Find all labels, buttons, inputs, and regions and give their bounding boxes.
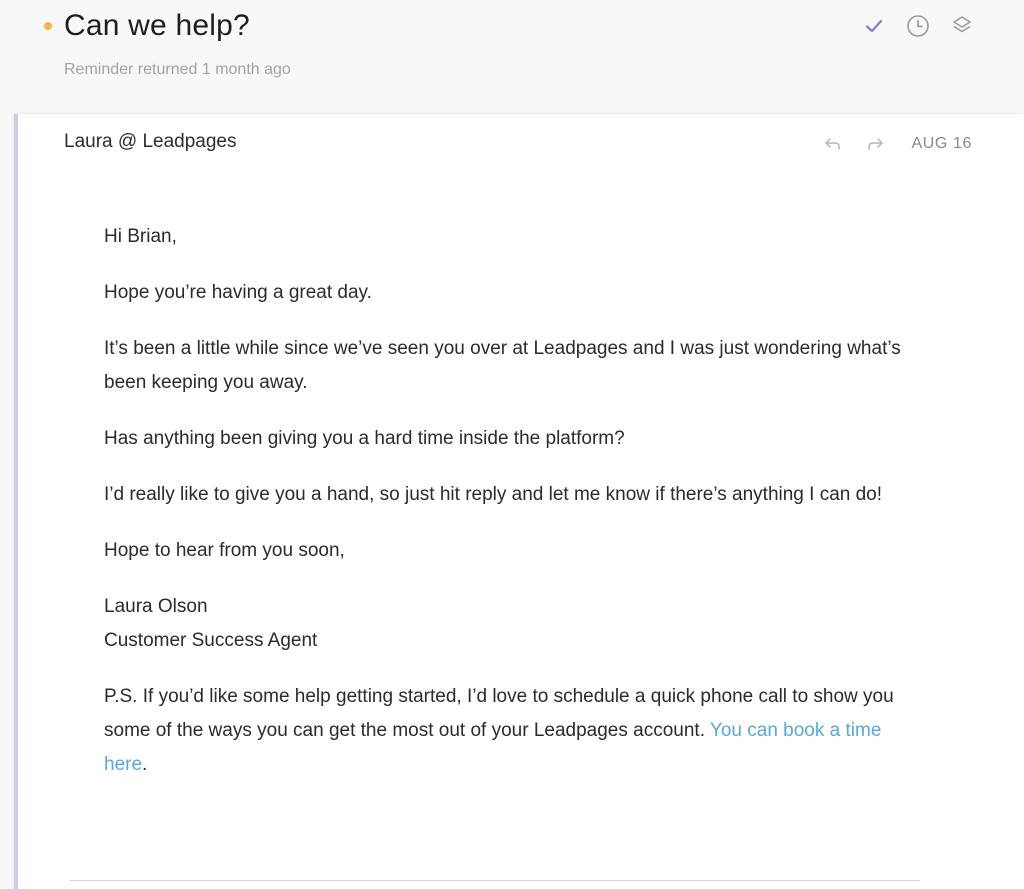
- forward-button[interactable]: [863, 132, 887, 156]
- forward-icon: [868, 138, 884, 150]
- remind-later-button[interactable]: [906, 14, 930, 38]
- sender-name: Laura @ Leadpages: [64, 131, 237, 152]
- greeting: Hi Brian,: [104, 226, 177, 247]
- unread-indicator: [44, 22, 52, 30]
- signature-name: Laura Olson: [104, 596, 208, 617]
- reminder-status: Reminder returned 1 month ago: [64, 61, 291, 78]
- clock-icon: [907, 15, 929, 37]
- thread-subject: Can we help?: [64, 9, 250, 42]
- reply-button[interactable]: [821, 132, 845, 156]
- message-card: Laura @ Leadpages AUG 16 Hi Brian, Hope …: [14, 114, 1024, 889]
- email-thread-view: Can we help? Reminder returned 1 month a…: [0, 0, 1024, 889]
- move-button[interactable]: [950, 14, 974, 38]
- body-paragraph: I’d really like to give you a hand, so j…: [104, 484, 883, 505]
- message-actions: AUG 16: [821, 132, 972, 156]
- closing: Hope to hear from you soon,: [104, 540, 345, 561]
- thread-header: Can we help? Reminder returned 1 month a…: [0, 0, 1024, 108]
- layers-icon: [953, 16, 971, 33]
- signature-title: Customer Success Agent: [104, 630, 318, 651]
- postscript-end: .: [142, 754, 148, 775]
- reply-icon: [825, 138, 841, 150]
- divider: [70, 880, 920, 881]
- message-date: AUG 16: [911, 135, 972, 152]
- thread-actions: [862, 14, 974, 38]
- postscript: P.S. If you’d like some help getting sta…: [104, 680, 904, 782]
- message-body: Hi Brian, Hope you’re having a great day…: [104, 220, 904, 804]
- mark-done-button[interactable]: [862, 14, 886, 38]
- body-paragraph: It’s been a little while since we’ve see…: [104, 338, 901, 393]
- check-icon: [865, 19, 883, 33]
- body-paragraph: Has anything been giving you a hard time…: [104, 428, 625, 449]
- body-paragraph: Hope you’re having a great day.: [104, 282, 372, 303]
